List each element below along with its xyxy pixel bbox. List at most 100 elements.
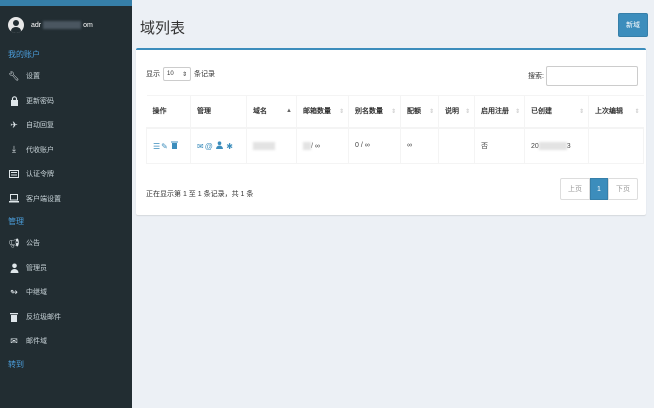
domain-list-box: 显示 10 ⇕ 条记录 搜索: 操作 管理 域名 ▲ 邮箱数量 ⇕ 别名数量 ⇕ 配额… xyxy=(136,48,646,215)
sidebar-item-label: 反垃圾邮件 xyxy=(26,313,61,321)
sort-asc-icon: ▲ xyxy=(286,108,292,114)
page-size-value: 10 xyxy=(167,71,174,77)
lock-icon xyxy=(9,95,19,106)
sidebar-item-label: 代收账户 xyxy=(26,146,54,154)
laptop-icon xyxy=(9,194,19,204)
envelope-icon: ✉︎ xyxy=(10,335,18,346)
sidebar-item-auto-reply[interactable]: ✈︎ 自动回复 xyxy=(0,113,132,138)
user-email-prefix: adr xyxy=(31,21,42,29)
search-input[interactable] xyxy=(546,66,638,86)
domain-table: 操作 管理 域名 ▲ 邮箱数量 ⇕ 别名数量 ⇕ 配额 ⇕ 说明 ⇕ 启用注册 ⇕ 已创建 ⇕… xyxy=(146,95,644,164)
section-admin: 管理 xyxy=(8,217,24,226)
search-control: 搜索: xyxy=(528,66,638,86)
sidebar-item-fetch-accounts[interactable]: ⤓ 代收账户 xyxy=(0,138,132,163)
id-card-icon xyxy=(9,169,19,179)
column-header-label: 配额 xyxy=(407,108,421,116)
redacted-text xyxy=(538,141,567,150)
page-length-control: 显示 10 ⇕ 条记录 xyxy=(146,67,215,81)
section-goto: 转到 xyxy=(8,359,24,369)
redacted-text xyxy=(303,141,311,150)
column-header-description[interactable]: 说明 ⇕ xyxy=(438,95,475,129)
sort-icon: ⇕ xyxy=(578,109,584,115)
column-header-label: 管理 xyxy=(197,108,211,116)
bullhorn-icon: 📢︎ xyxy=(8,237,20,248)
user-panel[interactable]: adr om xyxy=(0,6,132,44)
next-page-button[interactable]: 下页 xyxy=(608,178,638,200)
table-row: ☰✎ ✉︎@ ✱ / ∞ 0 / ∞ ∞ 否 20 3 xyxy=(146,127,644,164)
column-header-last-edit[interactable]: 上次编辑 ⇕ xyxy=(588,95,644,129)
new-domain-button[interactable]: 新域 xyxy=(618,13,648,37)
share-icon: ↬ xyxy=(10,286,18,297)
column-header-aliases[interactable]: 别名数量 ⇕ xyxy=(348,95,401,129)
sort-icon: ⇕ xyxy=(390,109,396,115)
download-icon: ⤓ xyxy=(12,144,16,155)
column-header-actions: 操作 xyxy=(146,95,191,129)
section-my-account: 我的账户 xyxy=(8,50,40,59)
mailboxes-value: / ∞ xyxy=(311,142,320,150)
trash-icon xyxy=(9,312,19,322)
wrench-icon: 🔧︎ xyxy=(8,70,20,81)
created-prefix: 20 xyxy=(531,142,539,150)
redacted-text xyxy=(253,141,275,150)
list-icon[interactable]: ☰ xyxy=(153,142,160,151)
delete-icon[interactable] xyxy=(169,141,179,151)
sidebar-item-label: 邮件域 xyxy=(26,338,47,346)
quota-cell: ∞ xyxy=(400,127,439,164)
sidebar-item-admins[interactable]: 管理员 xyxy=(0,256,132,281)
column-header-mailboxes[interactable]: 邮箱数量 ⇕ xyxy=(296,95,349,129)
description-cell xyxy=(438,127,475,164)
search-label: 搜索: xyxy=(528,73,544,80)
column-header-label: 启用注册 xyxy=(481,108,509,116)
prev-page-button[interactable]: 上页 xyxy=(560,178,590,200)
sidebar-item-update-password[interactable]: 更新密码 xyxy=(0,89,132,114)
sort-icon: ⇕ xyxy=(428,109,434,115)
page-size-select[interactable]: 10 ⇕ xyxy=(163,67,191,81)
sidebar-item-mail-domains[interactable]: ✉︎ 邮件域 xyxy=(0,329,132,354)
sidebar-item-antispam[interactable]: 反垃圾邮件 xyxy=(0,305,132,330)
sidebar-item-auth-tokens[interactable]: 认证令牌 xyxy=(0,162,132,187)
column-header-created[interactable]: 已创建 ⇕ xyxy=(524,95,589,129)
sort-icon: ⇕ xyxy=(634,109,640,115)
admin-user-icon[interactable] xyxy=(214,141,225,151)
sidebar-item-label: 客户端设置 xyxy=(26,195,61,203)
sidebar-item-label: 更新密码 xyxy=(26,97,54,105)
user-email-suffix: om xyxy=(83,21,93,29)
alias-icon[interactable]: @ xyxy=(205,142,213,151)
column-header-label: 已创建 xyxy=(531,108,552,116)
sort-icon: ⇕ xyxy=(464,109,470,115)
sidebar-item-announcements[interactable]: 📢︎ 公告 xyxy=(0,231,132,256)
column-header-domain[interactable]: 域名 ▲ xyxy=(246,95,297,129)
select-arrows-icon: ⇕ xyxy=(181,71,187,78)
manage-cell: ✉︎@ ✱ xyxy=(190,127,247,164)
main-content: 域列表 新域 显示 10 ⇕ 条记录 搜索: 操作 管理 域名 ▲ 邮箱数量 ⇕ 别… xyxy=(132,0,654,408)
user-icon xyxy=(9,263,19,273)
sidebar-item-label: 公告 xyxy=(26,240,40,248)
records-label: 条记录 xyxy=(194,71,215,78)
plane-icon: ✈︎ xyxy=(10,119,18,130)
show-label: 显示 xyxy=(146,71,160,78)
sidebar-item-client-settings[interactable]: 客户端设置 xyxy=(0,187,132,212)
table-header-row: 操作 管理 域名 ▲ 邮箱数量 ⇕ 别名数量 ⇕ 配额 ⇕ 说明 ⇕ 启用注册 ⇕ 已创建 ⇕… xyxy=(146,95,644,129)
settings-asterisk-icon[interactable]: ✱ xyxy=(226,142,233,151)
sidebar-item-label: 自动回复 xyxy=(26,122,54,130)
page-1-button[interactable]: 1 xyxy=(590,178,608,200)
sidebar-item-label: 设置 xyxy=(26,73,40,81)
sidebar-item-settings[interactable]: 🔧︎ 设置 xyxy=(0,64,132,89)
sidebar: adr om 我的账户 🔧︎ 设置 更新密码 ✈︎ 自动回复 ⤓ 代收账户 认证… xyxy=(0,0,132,408)
sort-icon: ⇕ xyxy=(514,109,520,115)
edit-icon[interactable]: ✎ xyxy=(161,142,168,151)
column-header-label: 操作 xyxy=(152,108,167,116)
sidebar-item-relay-domains[interactable]: ↬ 中继域 xyxy=(0,280,132,305)
sidebar-item-label: 管理员 xyxy=(26,264,47,272)
column-header-registration[interactable]: 启用注册 ⇕ xyxy=(474,95,525,129)
redacted-text xyxy=(43,21,82,29)
column-header-manage: 管理 xyxy=(190,95,247,129)
column-header-label: 说明 xyxy=(445,108,459,116)
aliases-cell: 0 / ∞ xyxy=(348,127,401,164)
sidebar-item-label: 中继域 xyxy=(26,289,47,297)
mailbox-icon[interactable]: ✉︎ xyxy=(197,142,204,151)
last-edit-cell xyxy=(588,127,644,164)
content-header: 域列表 新域 xyxy=(132,6,654,46)
column-header-quota[interactable]: 配额 ⇕ xyxy=(400,95,439,129)
registration-cell: 否 xyxy=(474,127,525,164)
